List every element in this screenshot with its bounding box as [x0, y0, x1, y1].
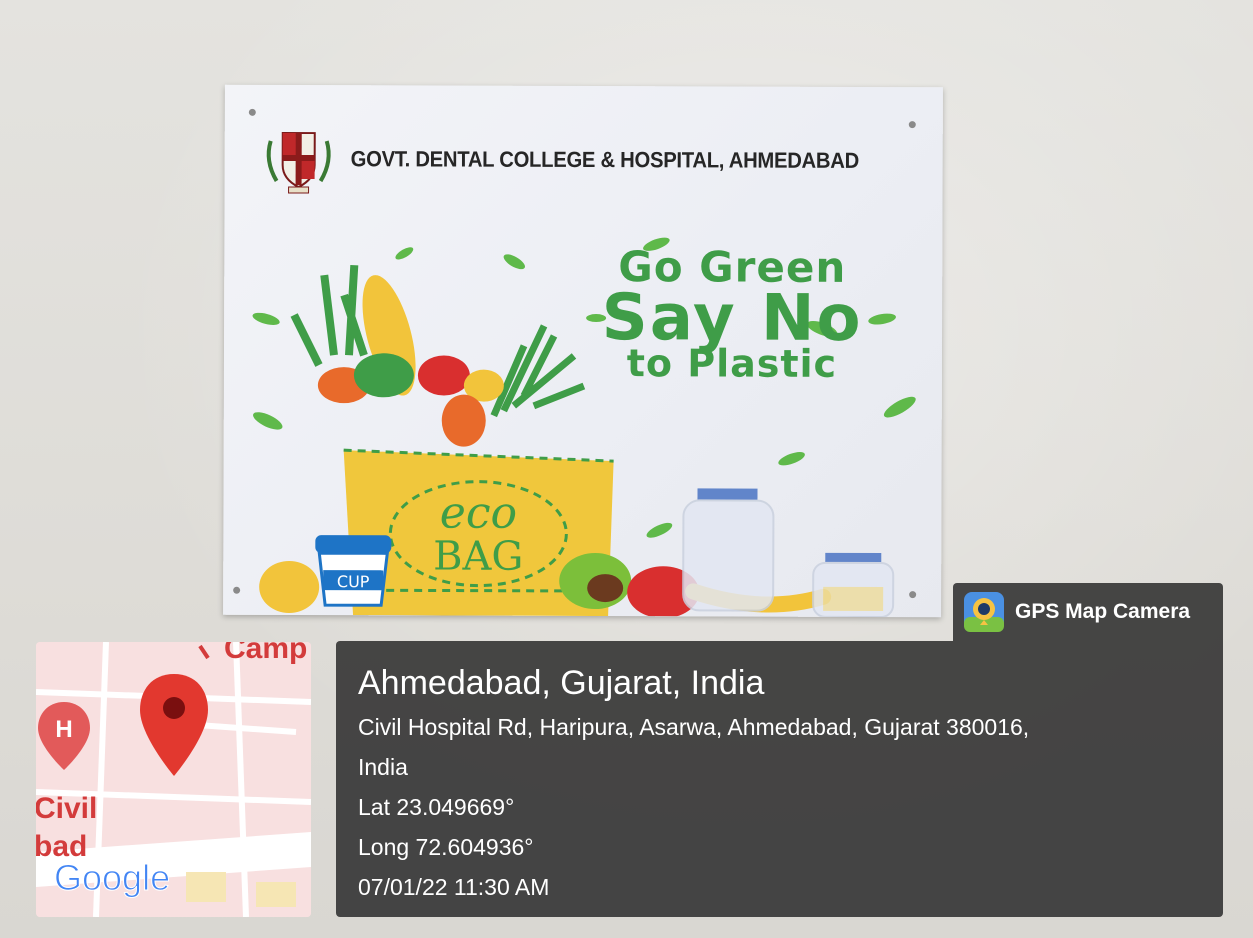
- timestamp: 07/01/22 11:30 AM: [358, 874, 550, 900]
- gps-camera-app-icon: [964, 592, 1004, 632]
- city-title: Ahmedabad, Gujarat, India: [358, 664, 765, 702]
- location-info-panel: Ahmedabad, Gujarat, India Civil Hospital…: [336, 641, 1223, 917]
- app-badge: GPS Map Camera: [953, 583, 1223, 641]
- college-emblem-icon: [266, 131, 331, 194]
- cup-label: CUP: [337, 572, 370, 591]
- institution-name: GOVT. DENTAL COLLEGE & HOSPITAL, AHMEDAB…: [350, 146, 859, 173]
- map-canvas: Camp Civil bad H Google: [36, 642, 311, 917]
- cup: CUP: [315, 535, 392, 607]
- poster-header: GOVT. DENTAL COLLEGE & HOSPITAL, AHMEDAB…: [261, 121, 904, 199]
- screw: [908, 121, 916, 129]
- address-line-1: Civil Hospital Rd, Haripura, Asarwa, Ahm…: [358, 714, 1030, 740]
- screw: [248, 108, 256, 116]
- svg-text:H: H: [55, 716, 72, 743]
- vegetables: [290, 264, 586, 447]
- app-name: GPS Map Camera: [1015, 600, 1191, 623]
- longitude: Long 72.604936°: [358, 834, 534, 860]
- go-green-poster: GOVT. DENTAL COLLEGE & HOSPITAL, AHMEDAB…: [223, 84, 943, 618]
- bag-label-eco: eco: [440, 488, 517, 539]
- latitude: Lat 23.049669°: [358, 794, 515, 820]
- address-line-2: India: [358, 754, 408, 780]
- google-logo: Google: [54, 857, 170, 898]
- map-thumbnail[interactable]: Camp Civil bad H Google: [36, 642, 311, 917]
- map-label-camp: Camp: [224, 642, 307, 665]
- slogan: Go Green Say No to Plastic: [572, 242, 892, 386]
- map-label-civil: Civil: [36, 792, 97, 825]
- bag-label-bag: BAG: [433, 533, 523, 579]
- pear: [259, 560, 320, 613]
